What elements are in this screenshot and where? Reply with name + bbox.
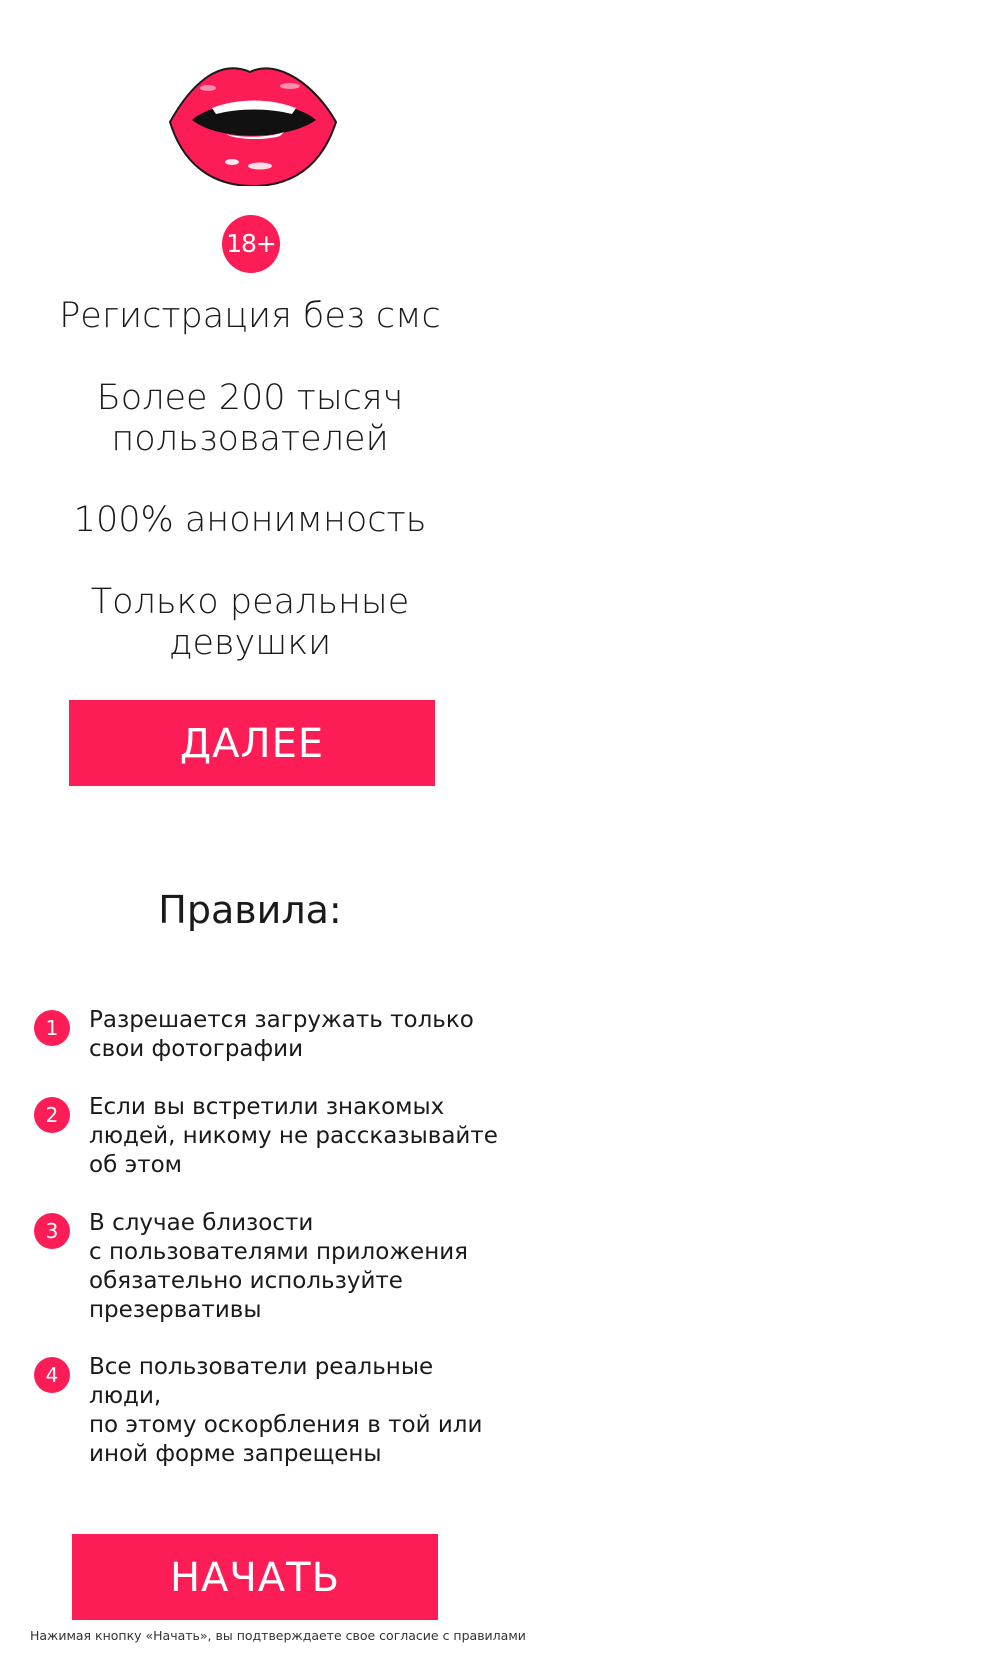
rule-text: Если вы встретили знакомых людей, никому… bbox=[89, 1094, 498, 1178]
lips-icon bbox=[168, 67, 338, 186]
rule-text: В случае близости с пользователями прило… bbox=[89, 1210, 469, 1323]
age-restriction-badge: 18+ bbox=[222, 215, 280, 273]
rules-title: Правила: bbox=[158, 888, 342, 932]
rule-number-badge: 3 bbox=[34, 1213, 70, 1249]
feature-users-count: Более 200 тысяч пользователей bbox=[96, 378, 404, 459]
rule-text: Все пользователи реальные люди, по этому… bbox=[89, 1354, 483, 1467]
rule-number-badge: 2 bbox=[34, 1097, 70, 1133]
start-button[interactable]: НАЧАТЬ bbox=[72, 1534, 438, 1620]
consent-note: Нажимая кнопку «Начать», вы подтверждает… bbox=[30, 1628, 526, 1643]
next-button[interactable]: ДАЛЕЕ bbox=[69, 700, 435, 786]
feature-anonymity: 100% анонимность bbox=[73, 500, 427, 540]
rule-text: Разрешается загружать только свои фотогр… bbox=[89, 1007, 474, 1062]
rule-number-badge: 1 bbox=[34, 1010, 70, 1046]
feature-no-sms: Регистрация без смс bbox=[59, 296, 441, 336]
rule-number-badge: 4 bbox=[34, 1357, 70, 1393]
feature-real-girls: Только реальные девушки bbox=[90, 582, 410, 663]
